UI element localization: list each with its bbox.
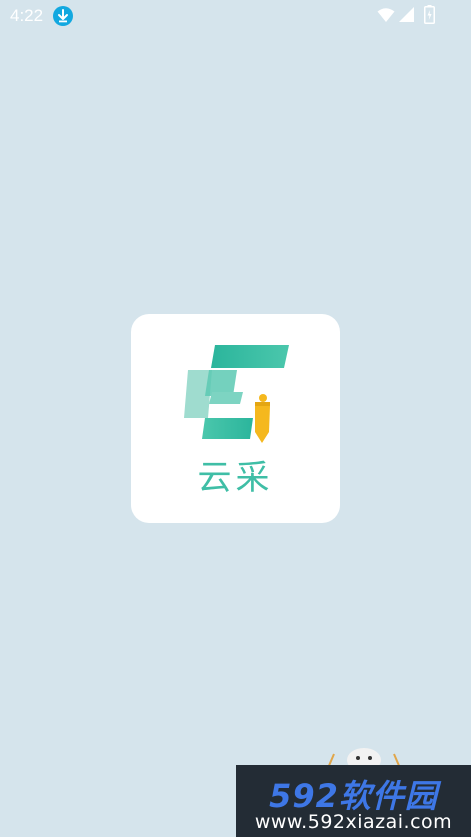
wifi-icon (377, 8, 395, 22)
status-time: 4:22 (10, 6, 44, 25)
yuncai-logo-icon (184, 345, 289, 443)
download-icon (53, 6, 73, 26)
status-bar: 4:22 (0, 0, 471, 32)
app-name: 云采 (197, 458, 274, 498)
signal-icon (399, 7, 414, 22)
splash-logo-card: 云采 (131, 314, 340, 523)
watermark-url: www.592xiazai.com (254, 811, 453, 833)
battery-icon (424, 5, 435, 24)
watermark-banner: 592软件园 www.592xiazai.com (236, 765, 471, 837)
